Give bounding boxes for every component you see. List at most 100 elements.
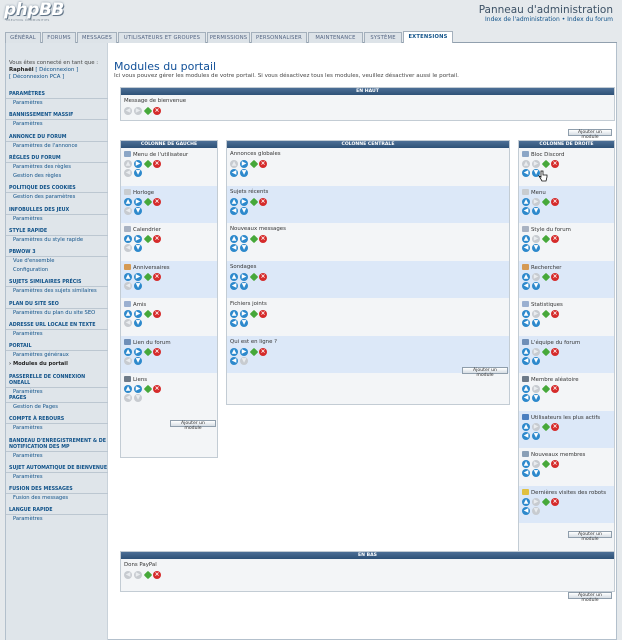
sidebar-item[interactable]: Vue d'ensemble [6,257,108,266]
up-arrow-icon[interactable]: ▲ [522,385,530,393]
down-arrow-icon[interactable]: ▼ [134,281,142,290]
sidebar-item[interactable]: Paramètres [6,215,108,224]
delete-icon[interactable]: × [153,272,161,281]
phpbb-logo[interactable]: phpBB [4,0,64,20]
left-arrow-icon[interactable]: ◀ [522,206,530,215]
delete-icon[interactable]: × [153,571,161,579]
add-module-button[interactable]: Ajouter un module [462,367,508,378]
down-arrow-icon[interactable]: ▼ [240,281,248,290]
right-arrow-icon[interactable]: ▶ [134,347,142,356]
sidebar-item[interactable]: Paramètres du plan du site SEO [6,309,108,318]
delete-icon[interactable]: × [259,235,267,243]
right-arrow-icon[interactable]: ▶ [240,235,248,243]
gear-icon[interactable] [143,106,153,116]
down-arrow-icon[interactable]: ▼ [532,394,540,402]
delete-icon[interactable]: × [153,107,161,115]
add-module-button[interactable]: Ajouter un module [568,592,612,603]
left-arrow-icon[interactable]: ◀ [522,356,530,365]
right-arrow-icon[interactable]: ▶ [134,197,142,206]
gear-icon[interactable] [143,570,153,580]
gear-icon[interactable] [143,234,153,244]
delete-icon[interactable]: × [153,160,161,168]
tab-forums[interactable]: Forums [42,32,76,43]
gear-icon[interactable] [541,159,551,169]
delete-icon[interactable]: × [259,272,267,281]
left-arrow-icon[interactable]: ◀ [522,394,530,402]
gear-icon[interactable] [249,159,259,169]
delete-icon[interactable]: × [551,272,559,281]
delete-icon[interactable]: × [259,197,267,206]
forum-index-link[interactable]: Index du forum [567,16,613,23]
sidebar-item-current[interactable]: › Modules du portail [6,360,108,369]
left-arrow-icon[interactable]: ◀ [522,169,530,177]
left-arrow-icon[interactable]: ◀ [522,281,530,290]
add-module-button[interactable]: Ajouter un module [568,531,612,542]
sidebar-item[interactable]: Paramètres [6,99,108,108]
gear-icon[interactable] [541,272,551,281]
gear-icon[interactable] [249,272,259,281]
left-arrow-icon[interactable]: ◀ [522,431,530,440]
sidebar-item[interactable]: Paramètres généraux [6,351,108,360]
up-arrow-icon[interactable]: ▲ [230,310,238,318]
down-arrow-icon[interactable]: ▼ [134,206,142,215]
down-arrow-icon[interactable]: ▼ [532,281,540,290]
right-arrow-icon[interactable]: ▶ [134,385,142,393]
down-arrow-icon[interactable]: ▼ [240,206,248,215]
up-arrow-icon[interactable]: ▲ [522,235,530,243]
down-arrow-icon[interactable]: ▼ [240,319,248,327]
left-arrow-icon[interactable]: ◀ [522,319,530,327]
username[interactable]: Raphaël [9,67,34,73]
left-arrow-icon[interactable]: ◀ [230,281,238,290]
tab-messages[interactable]: Messages [77,32,117,43]
delete-icon[interactable]: × [153,197,161,206]
left-arrow-icon[interactable]: ◀ [230,169,238,177]
gear-icon[interactable] [143,159,153,169]
delete-icon[interactable]: × [153,385,161,393]
delete-icon[interactable]: × [551,497,559,506]
right-arrow-icon[interactable]: ▶ [240,310,248,318]
gear-icon[interactable] [143,197,153,206]
delete-icon[interactable]: × [153,347,161,356]
gear-icon[interactable] [541,347,551,356]
up-arrow-icon[interactable]: ▲ [124,347,132,356]
gear-icon[interactable] [249,197,259,206]
tab-personnaliser[interactable]: Personnaliser [251,32,307,43]
sidebar-item[interactable]: Paramètres [6,515,108,524]
tab-extensions[interactable]: Extensions [403,31,453,43]
up-arrow-icon[interactable]: ▲ [124,310,132,318]
up-arrow-icon[interactable]: ▲ [522,460,530,468]
down-arrow-icon[interactable]: ▼ [134,169,142,177]
logout-pca-link[interactable]: [ Déconnexion PCA ] [9,74,105,81]
left-arrow-icon[interactable]: ◀ [522,506,530,515]
gear-icon[interactable] [249,234,259,244]
right-arrow-icon[interactable]: ▶ [134,160,142,168]
sidebar-item[interactable]: Gestion des paramètres [6,193,108,202]
gear-icon[interactable] [143,272,153,281]
delete-icon[interactable]: × [551,235,559,243]
right-arrow-icon[interactable]: ▶ [240,347,248,356]
right-arrow-icon[interactable]: ▶ [240,272,248,281]
up-arrow-icon[interactable]: ▲ [230,197,238,206]
right-arrow-icon[interactable]: ▶ [134,235,142,243]
sidebar-item[interactable]: Paramètres [6,120,108,129]
down-arrow-icon[interactable]: ▼ [532,319,540,327]
add-module-button[interactable]: Ajouter un module [170,420,216,431]
left-arrow-icon[interactable]: ◀ [230,319,238,327]
up-arrow-icon[interactable]: ▲ [124,197,132,206]
right-arrow-icon[interactable]: ▶ [240,160,248,168]
left-arrow-icon[interactable]: ◀ [522,244,530,252]
left-arrow-icon[interactable]: ◀ [230,206,238,215]
gear-icon[interactable] [249,347,259,356]
delete-icon[interactable]: × [153,235,161,243]
gear-icon[interactable] [541,197,551,206]
up-arrow-icon[interactable]: ▲ [124,385,132,393]
gear-icon[interactable] [541,422,551,431]
delete-icon[interactable]: × [259,160,267,168]
gear-icon[interactable] [143,309,153,319]
tab-g-n-ral[interactable]: Général [5,32,41,43]
tab-syst-me[interactable]: Système [364,32,402,43]
down-arrow-icon[interactable]: ▼ [240,169,248,177]
down-arrow-icon[interactable]: ▼ [532,431,540,440]
sidebar-item[interactable]: Gestion de Pages [6,403,108,412]
down-arrow-icon[interactable]: ▼ [532,244,540,252]
